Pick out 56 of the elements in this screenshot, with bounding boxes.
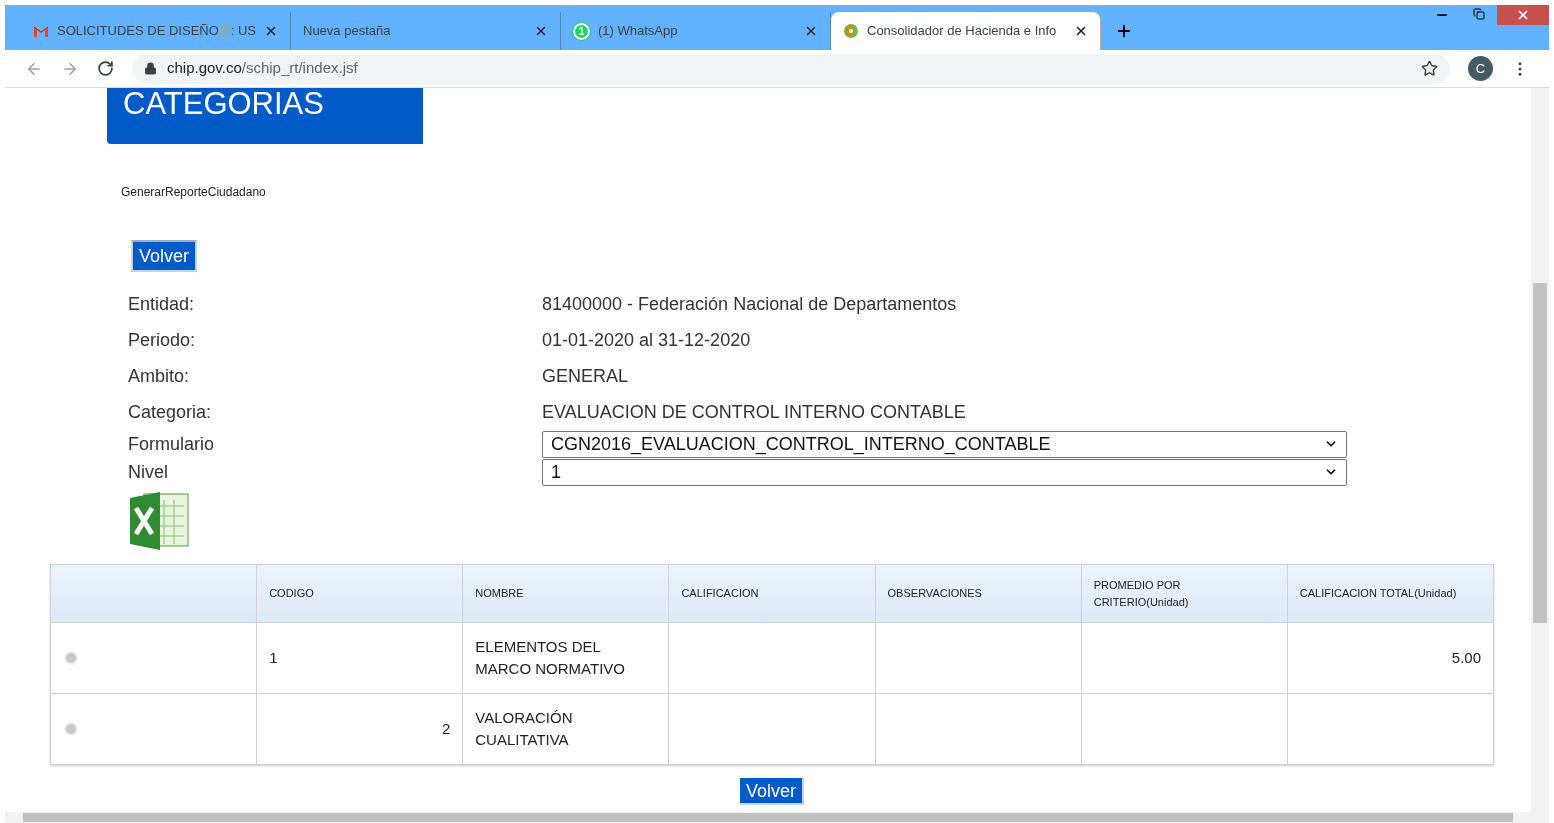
tab-title: (1) WhatsApp <box>598 22 679 41</box>
tab-title: Consolidador de Hacienda e Info <box>867 22 1058 41</box>
palette-icon <box>218 24 231 38</box>
field-value: 81400000 - Federación Nacional de Departamentos <box>542 292 957 316</box>
url-text: chip.gov.co/schip_rt/index.jsf <box>167 58 359 79</box>
back-button[interactable]: Volver <box>131 240 198 272</box>
field-value: EVALUACION DE CONTROL INTERNO CONTABLE <box>542 400 966 424</box>
field-label: Ambito: <box>128 364 191 388</box>
tab-title: Nueva pestaña <box>303 22 392 41</box>
table-cell: ELEMENTOS DEL MARCO NORMATIVO <box>475 638 625 677</box>
close-icon <box>1516 8 1530 22</box>
table-cell: 5.00 <box>1451 648 1481 666</box>
close-icon[interactable] <box>264 24 278 38</box>
report-link[interactable]: GenerarReporteCiudadano <box>121 183 266 201</box>
vertical-scrollbar[interactable] <box>1531 88 1549 823</box>
field-value: GENERAL <box>542 364 629 388</box>
column-header: CALIFICACION <box>668 564 876 623</box>
section-header: CATEGORIAS <box>107 88 423 144</box>
reload-icon[interactable] <box>97 60 114 77</box>
mail-icon <box>33 25 49 37</box>
expand-toggle-icon[interactable] <box>64 651 78 665</box>
table-cell: 2 <box>441 719 451 737</box>
restore-icon[interactable] <box>1473 8 1485 20</box>
column-header: CODIGO <box>256 564 463 623</box>
dropdown-field[interactable]: CGN2016_EVALUACION_CONTROL_INTERNO_CONTABLE <box>542 430 1347 458</box>
browser-tab[interactable]: SOLICITUDES DE DISEÑO : US <box>21 12 291 50</box>
column-header: OBSERVACIONES <box>875 564 1082 623</box>
lock-icon <box>144 62 157 75</box>
expand-toggle-icon[interactable] <box>64 722 78 736</box>
leaf-logo-icon <box>843 23 859 39</box>
column-header: NOMBRE <box>462 564 669 623</box>
bookmark-star-icon[interactable] <box>1421 60 1438 77</box>
column-header: CALIFICACION TOTAL(Unidad) <box>1287 564 1494 623</box>
column-header: PROMEDIO POR CRITERIO(Unidad) <box>1081 564 1288 623</box>
horizontal-scrollbar[interactable] <box>5 812 1531 823</box>
address-bar[interactable]: chip.gov.co/schip_rt/index.jsf <box>132 53 1450 84</box>
close-icon[interactable] <box>534 24 548 38</box>
back-button[interactable]: Volver <box>740 778 804 805</box>
field-label: Nivel <box>128 460 169 484</box>
browser-tab[interactable]: Nueva pestaña <box>291 12 561 50</box>
field-label: Formulario <box>128 432 216 456</box>
field-label: Periodo: <box>128 328 197 352</box>
browser-tab[interactable]: Consolidador de Hacienda e Info <box>831 12 1101 50</box>
chat-badge-icon: 1 <box>573 22 590 40</box>
field-value: 01-01-2020 al 31-12-2020 <box>542 328 751 352</box>
tab-title: SOLICITUDES DE DISEÑO : US <box>57 22 256 41</box>
table-cell: VALORACIÓN CUALITATIVA <box>475 709 573 748</box>
profile-avatar[interactable]: C <box>1468 56 1493 81</box>
close-window-button[interactable] <box>1497 5 1549 25</box>
new-tab-icon[interactable] <box>1115 22 1133 40</box>
table-cell: 1 <box>269 648 278 666</box>
close-icon[interactable] <box>1074 24 1088 38</box>
field-label: Entidad: <box>128 292 196 316</box>
dropdown-field[interactable]: 1 <box>542 458 1347 486</box>
close-icon[interactable] <box>804 24 818 38</box>
field-label: Categoria: <box>128 400 213 424</box>
